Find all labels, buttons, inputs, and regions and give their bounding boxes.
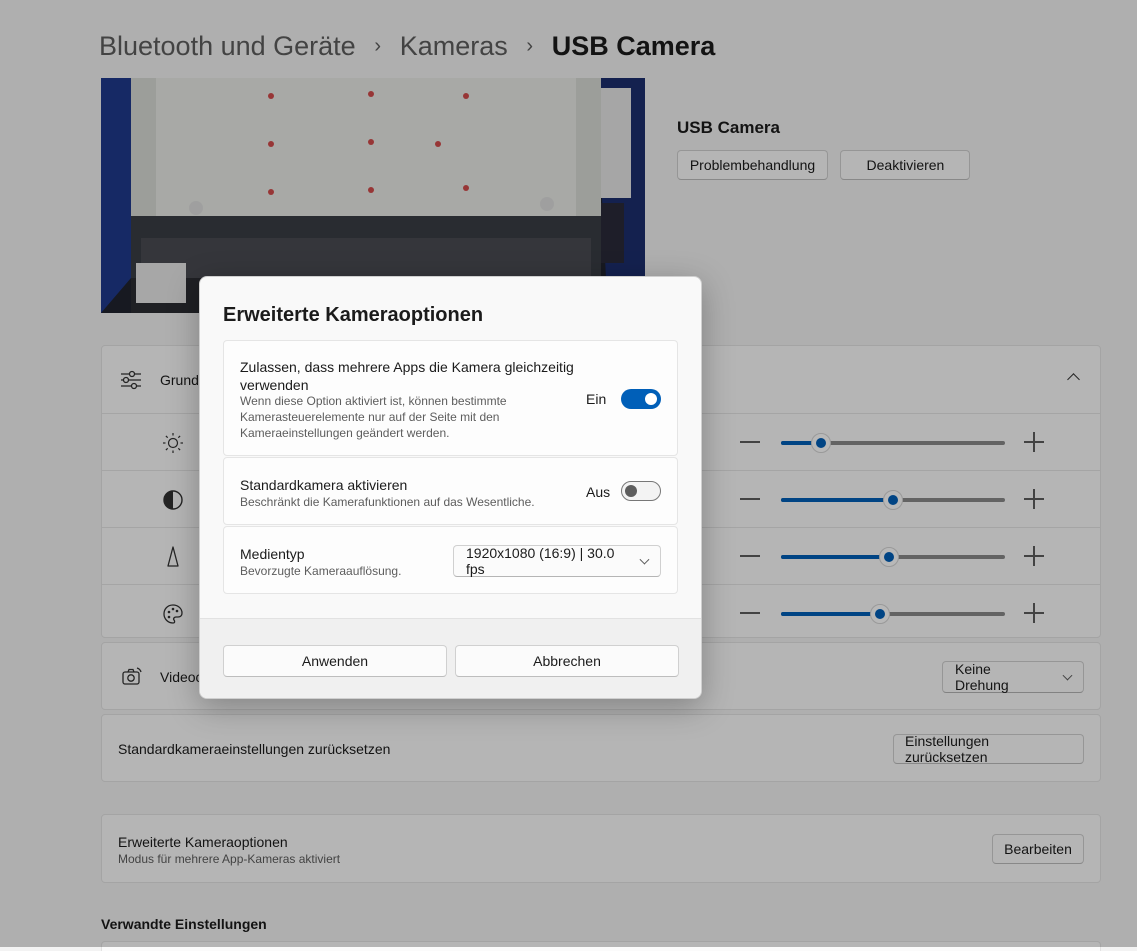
basic-camera-state: Aus: [586, 484, 611, 500]
chevron-down-icon: [639, 554, 650, 564]
multi-app-state: Ein: [586, 391, 607, 407]
apply-button[interactable]: Anwenden: [223, 645, 447, 677]
media-type-label: Medientyp: [240, 546, 305, 562]
media-type-description: Bevorzugte Kameraauflösung.: [240, 564, 402, 578]
media-type-card: Medientyp Bevorzugte Kameraauflösung. 19…: [223, 526, 678, 594]
multi-app-description: Wenn diese Option aktiviert ist, können …: [240, 394, 507, 440]
basic-camera-toggle[interactable]: [621, 481, 661, 501]
basic-camera-label: Standardkamera aktivieren: [240, 477, 408, 493]
media-type-dropdown[interactable]: 1920x1080 (16:9) | 30.0 fps: [453, 545, 661, 577]
basic-camera-card: Standardkamera aktivieren Beschränkt die…: [223, 457, 678, 525]
toggle-knob: [625, 485, 637, 497]
media-type-value: 1920x1080 (16:9) | 30.0 fps: [466, 545, 615, 577]
multi-app-label: Zulassen, dass mehrere Apps die Kamera g…: [240, 359, 574, 393]
multi-app-card: Zulassen, dass mehrere Apps die Kamera g…: [223, 340, 678, 456]
basic-camera-description: Beschränkt die Kamerafunktionen auf das …: [240, 495, 535, 509]
cancel-button[interactable]: Abbrechen: [455, 645, 679, 677]
dialog-footer: Anwenden Abbrechen: [200, 618, 701, 698]
toggle-knob: [645, 393, 657, 405]
multi-app-toggle[interactable]: [621, 389, 661, 409]
dialog-title: Erweiterte Kameraoptionen: [223, 304, 484, 326]
advanced-options-dialog: Erweiterte Kameraoptionen Zulassen, dass…: [199, 276, 702, 699]
